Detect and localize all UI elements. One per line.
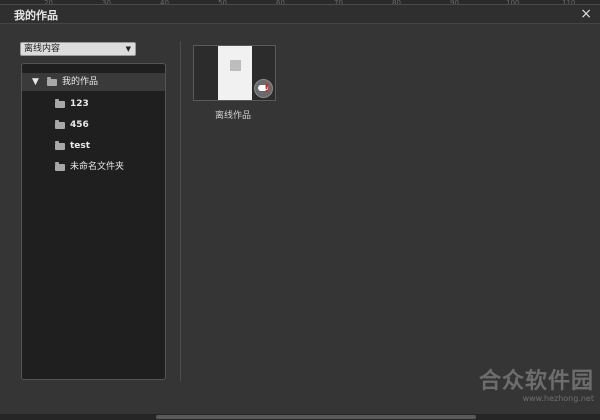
- tree-root-my-works[interactable]: ▼ 我的作品: [22, 73, 165, 91]
- my-works-dialog: 我的作品 × 离线内容 ▼ ▼ 我的作品 123 456 test 未命名文件夹: [0, 4, 600, 416]
- watermark-title: 合众软件园: [478, 369, 594, 394]
- watermark-url: www.hezhong.net: [522, 394, 594, 403]
- dropdown-selected-value: 离线内容: [24, 44, 61, 54]
- tree-item-test[interactable]: test: [22, 137, 165, 155]
- tree-item-label: 未命名文件夹: [70, 162, 125, 172]
- folder-icon: [55, 120, 65, 129]
- cloud-warning-icon: !: [254, 79, 273, 98]
- folder-tree-panel: ▼ 我的作品 123 456 test 未命名文件夹: [21, 63, 166, 380]
- tree-item-label: 我的作品: [62, 77, 99, 87]
- tree-item-label: 123: [70, 99, 89, 109]
- horizontal-scrollbar[interactable]: [156, 415, 476, 419]
- dialog-titlebar: 我的作品 ×: [0, 5, 600, 24]
- dialog-title: 我的作品: [14, 9, 58, 22]
- content-filter-dropdown[interactable]: 离线内容 ▼: [20, 42, 136, 56]
- warning-mark: !: [264, 82, 270, 95]
- folder-icon: [47, 77, 57, 86]
- page-preview: [218, 46, 252, 100]
- chevron-down-icon: ▼: [125, 45, 131, 53]
- close-icon[interactable]: ×: [580, 5, 592, 23]
- thumbnail-label: 离线作品: [214, 111, 251, 121]
- tree-item-untitled-folder[interactable]: 未命名文件夹: [22, 158, 165, 176]
- panel-divider: [180, 41, 181, 381]
- tree-item-456[interactable]: 456: [22, 116, 165, 134]
- tree-item-123[interactable]: 123: [22, 95, 165, 113]
- folder-icon: [55, 162, 65, 171]
- expand-triangle-icon[interactable]: ▼: [32, 73, 39, 91]
- folder-icon: [55, 141, 65, 150]
- bottom-scrollbar-track: [0, 414, 600, 420]
- folder-icon: [55, 99, 65, 108]
- site-watermark: 合众软件园 www.hezhong.net: [434, 370, 594, 404]
- tree-item-label: test: [70, 141, 91, 151]
- image-placeholder-icon: [230, 60, 241, 71]
- tree-item-label: 456: [70, 120, 89, 130]
- offline-work-thumbnail[interactable]: !: [193, 45, 276, 101]
